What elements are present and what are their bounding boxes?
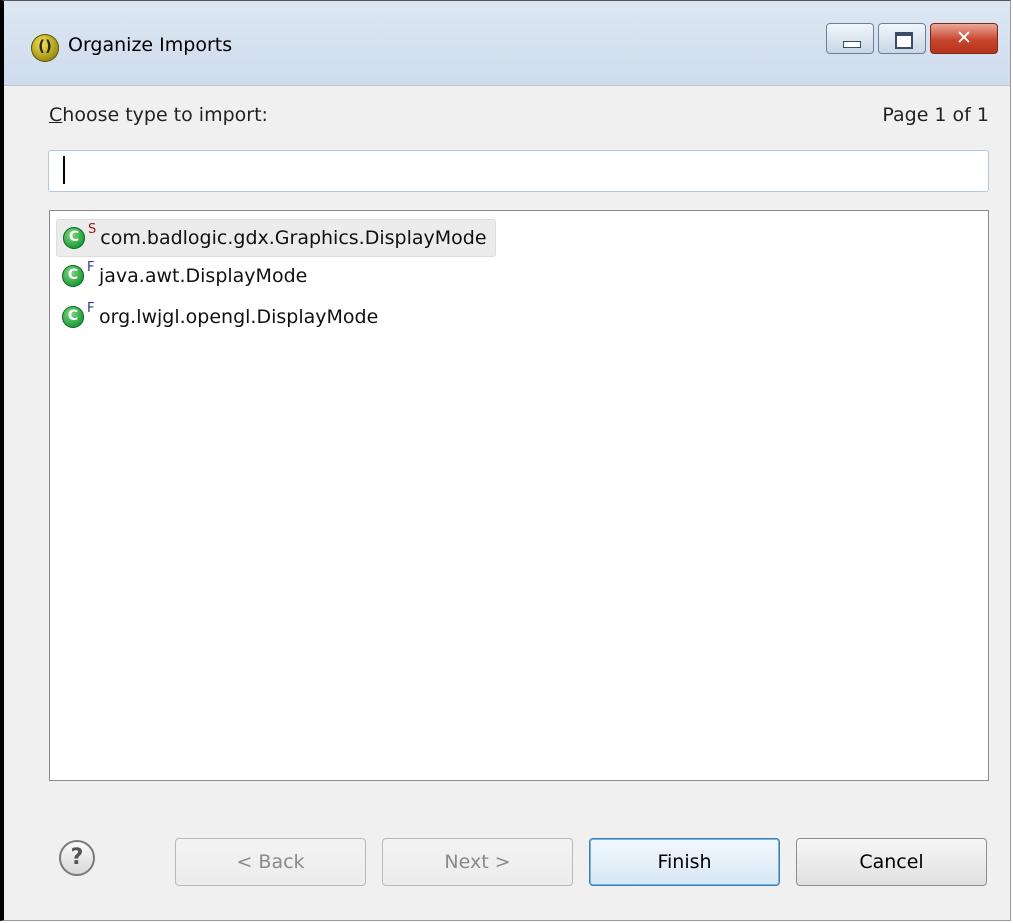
title-bar[interactable]: Organize Imports bbox=[4, 1, 1010, 86]
class-icon bbox=[62, 265, 84, 287]
page-indicator: Page 1 of 1 bbox=[882, 104, 989, 126]
help-icon[interactable]: ? bbox=[59, 840, 95, 876]
finish-button-label: Finish bbox=[657, 851, 712, 873]
close-button[interactable] bbox=[930, 23, 998, 54]
list-item[interactable]: F java.awt.DisplayMode bbox=[56, 257, 307, 295]
cancel-button-label: Cancel bbox=[859, 851, 924, 873]
type-name: org.lwjgl.opengl.DisplayMode bbox=[99, 306, 379, 328]
final-modifier-badge: F bbox=[87, 259, 95, 275]
list-item[interactable]: F org.lwjgl.opengl.DisplayMode bbox=[56, 298, 378, 336]
minimize-button[interactable] bbox=[826, 23, 874, 54]
organize-imports-icon bbox=[31, 34, 59, 62]
cancel-button[interactable]: Cancel bbox=[796, 838, 987, 886]
list-item[interactable]: S com.badlogic.gdx.Graphics.DisplayMode bbox=[56, 219, 496, 257]
back-button-label: < Back bbox=[236, 851, 305, 873]
choose-type-mnemonic: C bbox=[49, 104, 63, 126]
final-modifier-badge: F bbox=[87, 300, 95, 316]
back-button[interactable]: < Back bbox=[175, 838, 366, 886]
class-icon bbox=[63, 227, 85, 249]
type-name: java.awt.DisplayMode bbox=[99, 265, 308, 287]
static-modifier-badge: S bbox=[88, 221, 97, 237]
choose-type-label: Choose type to import: bbox=[49, 104, 268, 126]
type-name: com.badlogic.gdx.Graphics.DisplayMode bbox=[100, 227, 487, 249]
next-button[interactable]: Next > bbox=[382, 838, 573, 886]
dialog-title: Organize Imports bbox=[68, 34, 233, 56]
type-list[interactable]: S com.badlogic.gdx.Graphics.DisplayMode … bbox=[49, 210, 989, 781]
choose-type-label-rest: hoose type to import: bbox=[62, 104, 268, 126]
next-button-label: Next > bbox=[444, 851, 511, 873]
type-filter-input[interactable] bbox=[48, 150, 989, 192]
class-icon bbox=[62, 306, 84, 328]
maximize-button[interactable] bbox=[878, 23, 926, 54]
text-caret bbox=[63, 156, 65, 184]
finish-button[interactable]: Finish bbox=[589, 838, 780, 886]
